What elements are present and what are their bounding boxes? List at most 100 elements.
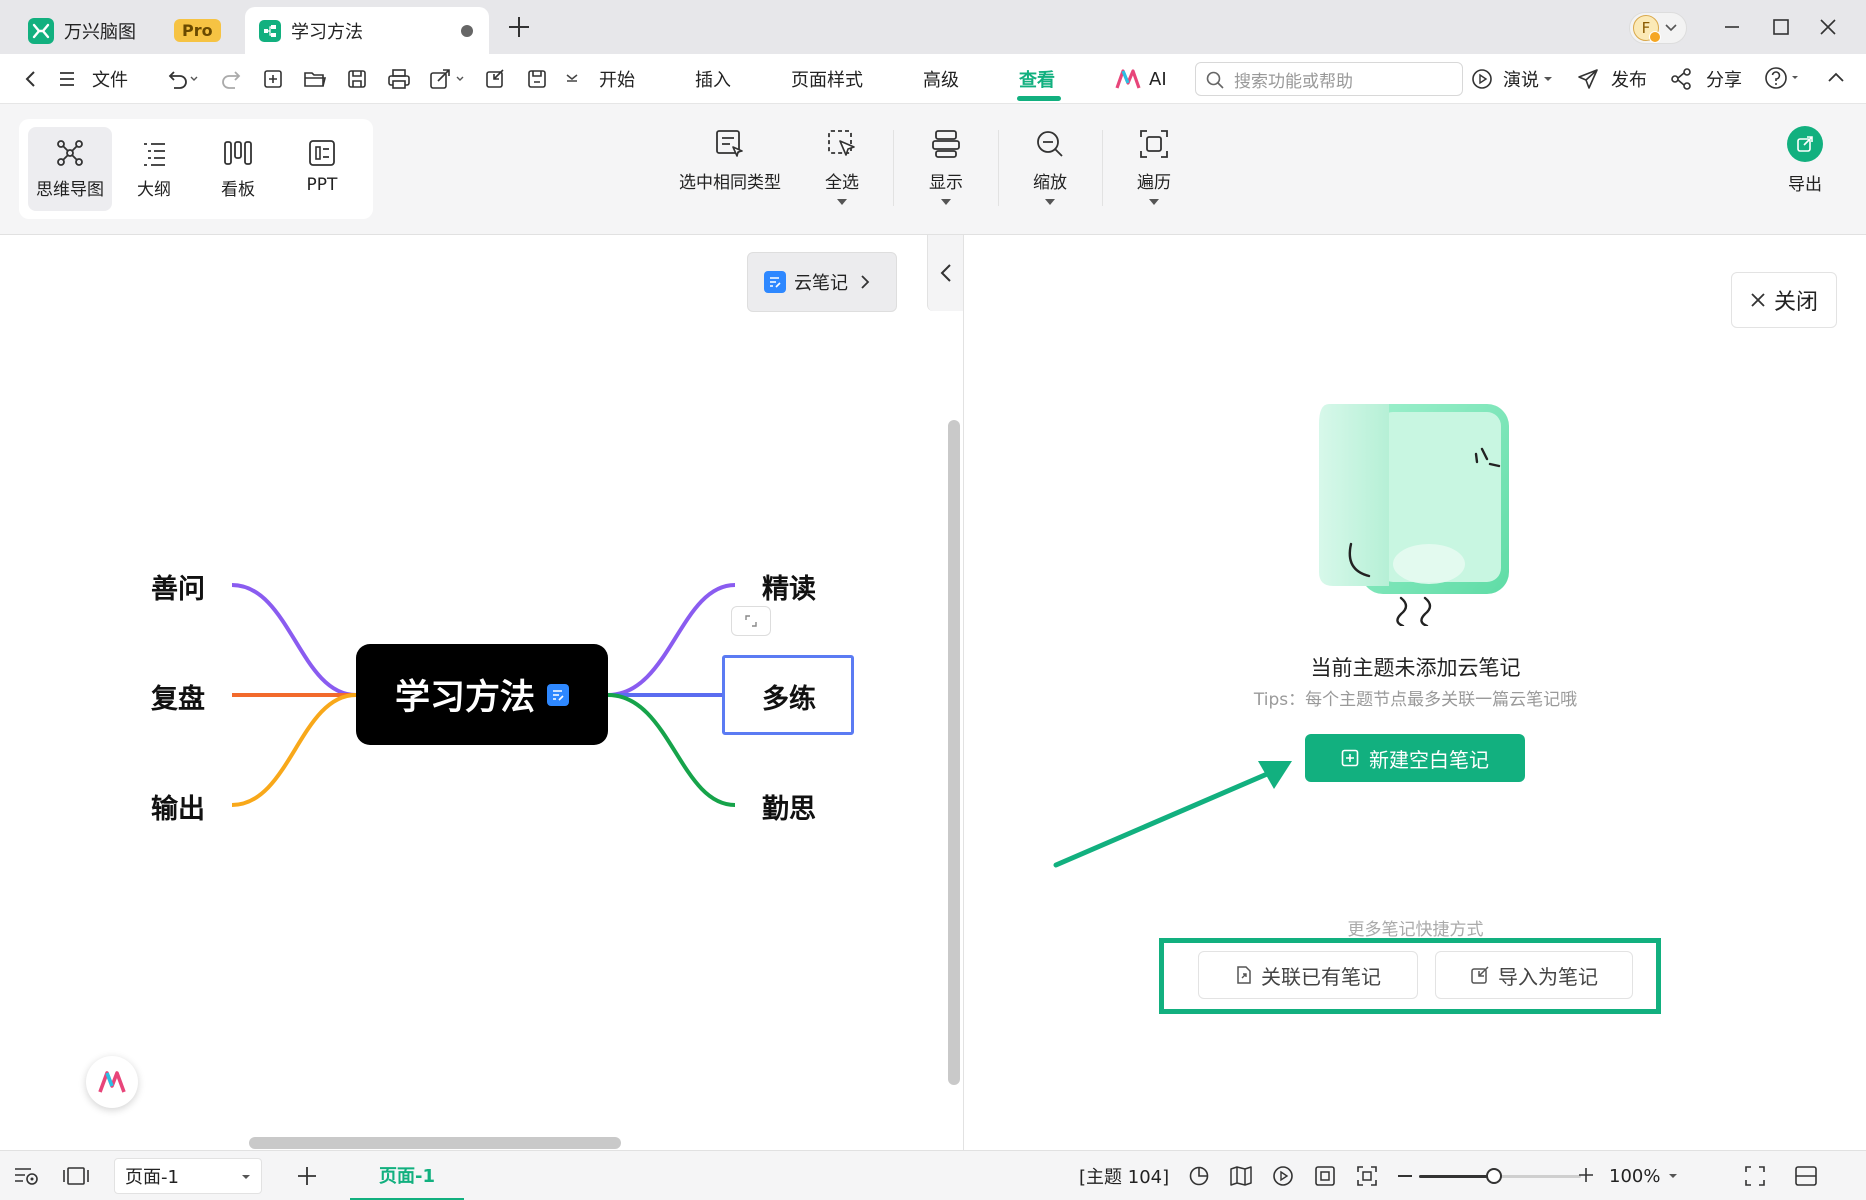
zoom-slider-fill <box>1419 1175 1494 1178</box>
new-blank-note-button[interactable]: 新建空白笔记 <box>1305 734 1525 782</box>
caret-down-icon <box>941 199 951 205</box>
active-tab-indicator <box>1017 96 1061 101</box>
back-icon[interactable] <box>16 64 46 94</box>
mindmap-file-icon <box>259 19 281 42</box>
pie-chart-icon[interactable] <box>1188 1165 1210 1187</box>
zoom-minus-icon[interactable] <box>1398 1175 1412 1177</box>
caret-down-icon <box>1149 199 1159 205</box>
separator <box>1102 130 1103 206</box>
view-outline-button[interactable]: 大纲 <box>112 127 196 211</box>
ai-logo-icon <box>1115 68 1141 90</box>
present-button[interactable]: 演说 <box>1471 54 1553 104</box>
tab-ai[interactable]: AI <box>1115 54 1167 104</box>
page-panel-icon[interactable] <box>62 1165 90 1187</box>
topic-shuchu[interactable]: 输出 <box>151 787 205 826</box>
view-ppt-button[interactable]: PPT <box>280 127 364 211</box>
new-icon[interactable] <box>258 64 288 94</box>
side-panel-toggle-icon[interactable] <box>1794 1165 1818 1187</box>
traverse-button[interactable]: 遍历 <box>1132 128 1176 205</box>
pro-badge: Pro <box>174 19 221 42</box>
export-dropdown-icon[interactable] <box>428 64 468 94</box>
maximize-icon[interactable] <box>1761 10 1801 44</box>
save-as-icon[interactable] <box>522 64 552 94</box>
tab-insert[interactable]: 插入 <box>695 54 731 104</box>
topic-fupan[interactable]: 复盘 <box>151 677 205 716</box>
select-same-type-button[interactable]: 选中相同类型 <box>678 128 782 193</box>
add-page-icon[interactable] <box>295 1164 319 1188</box>
new-tab-icon[interactable] <box>504 12 534 42</box>
zoom-slider-track[interactable] <box>1419 1168 1581 1184</box>
view-mindmap-button[interactable]: 思维导图 <box>28 127 112 211</box>
caret-down-icon <box>241 1173 251 1181</box>
select-all-button[interactable]: 全选 <box>820 128 864 205</box>
select-same-type-icon <box>714 128 746 160</box>
help-icon[interactable] <box>1763 65 1803 91</box>
more-tools-icon[interactable] <box>562 64 582 94</box>
tab-page-style[interactable]: 页面样式 <box>791 54 863 104</box>
separator <box>998 130 999 206</box>
horizontal-scrollbar[interactable] <box>249 1137 621 1149</box>
page-select[interactable]: 页面-1 <box>114 1158 262 1194</box>
import-icon[interactable] <box>480 64 510 94</box>
publish-button[interactable]: 发布 <box>1577 54 1647 104</box>
branch-line-shanwen <box>231 583 357 697</box>
doc-tab[interactable]: 学习方法 <box>245 7 489 54</box>
mindmap-canvas[interactable]: 云笔记 学习方法 善问 复盘 输出 精读 多练 勤思 <box>0 235 963 1150</box>
menu-icon[interactable] <box>52 64 82 94</box>
topic-duolian[interactable]: 多练 <box>762 677 816 716</box>
fit-screen-icon[interactable] <box>1356 1165 1378 1187</box>
file-menu[interactable]: 文件 <box>92 54 128 104</box>
fit-page-icon[interactable] <box>1314 1165 1336 1187</box>
page-list-icon[interactable] <box>13 1165 41 1187</box>
app-tab[interactable]: 万兴脑图 Pro <box>16 7 226 54</box>
zoom-button[interactable]: 缩放 <box>1028 128 1072 205</box>
export-button[interactable]: 导出 <box>1787 126 1823 195</box>
tab-advanced[interactable]: 高级 <box>923 54 959 104</box>
undo-icon[interactable] <box>162 64 202 94</box>
account-menu[interactable]: F <box>1629 12 1687 44</box>
unsaved-dot-icon[interactable] <box>461 25 473 37</box>
cloud-note-panel: 关闭 当前主题未添加云笔记 Tips：每个主题节点最多关联一篇云笔记哦 新建空白… <box>963 235 1866 1150</box>
zoom-label: 缩放 <box>1033 173 1067 193</box>
vip-badge-icon <box>1649 31 1661 43</box>
topic-jingdu[interactable]: 精读 <box>762 567 816 606</box>
play-icon[interactable] <box>1272 1165 1294 1187</box>
display-button[interactable]: 显示 <box>924 128 968 205</box>
app-logo-icon <box>28 17 54 44</box>
print-icon[interactable] <box>384 64 414 94</box>
import-as-note-button[interactable]: 导入为笔记 <box>1435 951 1633 999</box>
mindmap-icon <box>56 139 84 167</box>
close-icon <box>1750 292 1766 308</box>
note-attached-icon[interactable] <box>547 683 569 706</box>
kanban-icon <box>222 139 254 167</box>
save-icon[interactable] <box>342 64 372 94</box>
redo-icon[interactable] <box>217 64 247 94</box>
zoom-slider-thumb[interactable] <box>1485 1168 1502 1184</box>
ai-assistant-button[interactable] <box>86 1056 138 1108</box>
search-input[interactable]: 搜索功能或帮助 <box>1195 62 1463 96</box>
close-panel-label: 关闭 <box>1773 290 1818 315</box>
tab-start[interactable]: 开始 <box>599 54 635 104</box>
zoom-plus-icon[interactable] <box>1577 1166 1595 1184</box>
topic-shanwen[interactable]: 善问 <box>151 567 205 606</box>
note-link-icon <box>1235 965 1253 985</box>
export-icon <box>1787 126 1823 162</box>
share-label: 分享 <box>1706 70 1742 91</box>
page-tab[interactable]: 页面-1 <box>350 1151 464 1200</box>
collapse-ribbon-icon[interactable] <box>1826 68 1846 88</box>
fullscreen-icon[interactable] <box>1744 1165 1766 1187</box>
vertical-scrollbar[interactable] <box>948 420 960 1085</box>
zoom-level-select[interactable]: 100% <box>1609 1151 1678 1200</box>
share-button[interactable]: 分享 <box>1670 54 1742 104</box>
view-kanban-label: 看板 <box>221 180 255 200</box>
topic-qinsi[interactable]: 勤思 <box>762 787 816 826</box>
root-topic[interactable]: 学习方法 <box>356 644 608 745</box>
open-folder-icon[interactable] <box>300 64 330 94</box>
minimize-icon[interactable] <box>1712 10 1752 44</box>
link-existing-note-button[interactable]: 关联已有笔记 <box>1198 951 1418 999</box>
book-icon[interactable] <box>1229 1165 1253 1187</box>
expand-handle-icon[interactable] <box>731 606 771 636</box>
view-kanban-button[interactable]: 看板 <box>196 127 280 211</box>
close-window-icon[interactable] <box>1808 10 1848 44</box>
close-panel-button[interactable]: 关闭 <box>1731 272 1837 328</box>
